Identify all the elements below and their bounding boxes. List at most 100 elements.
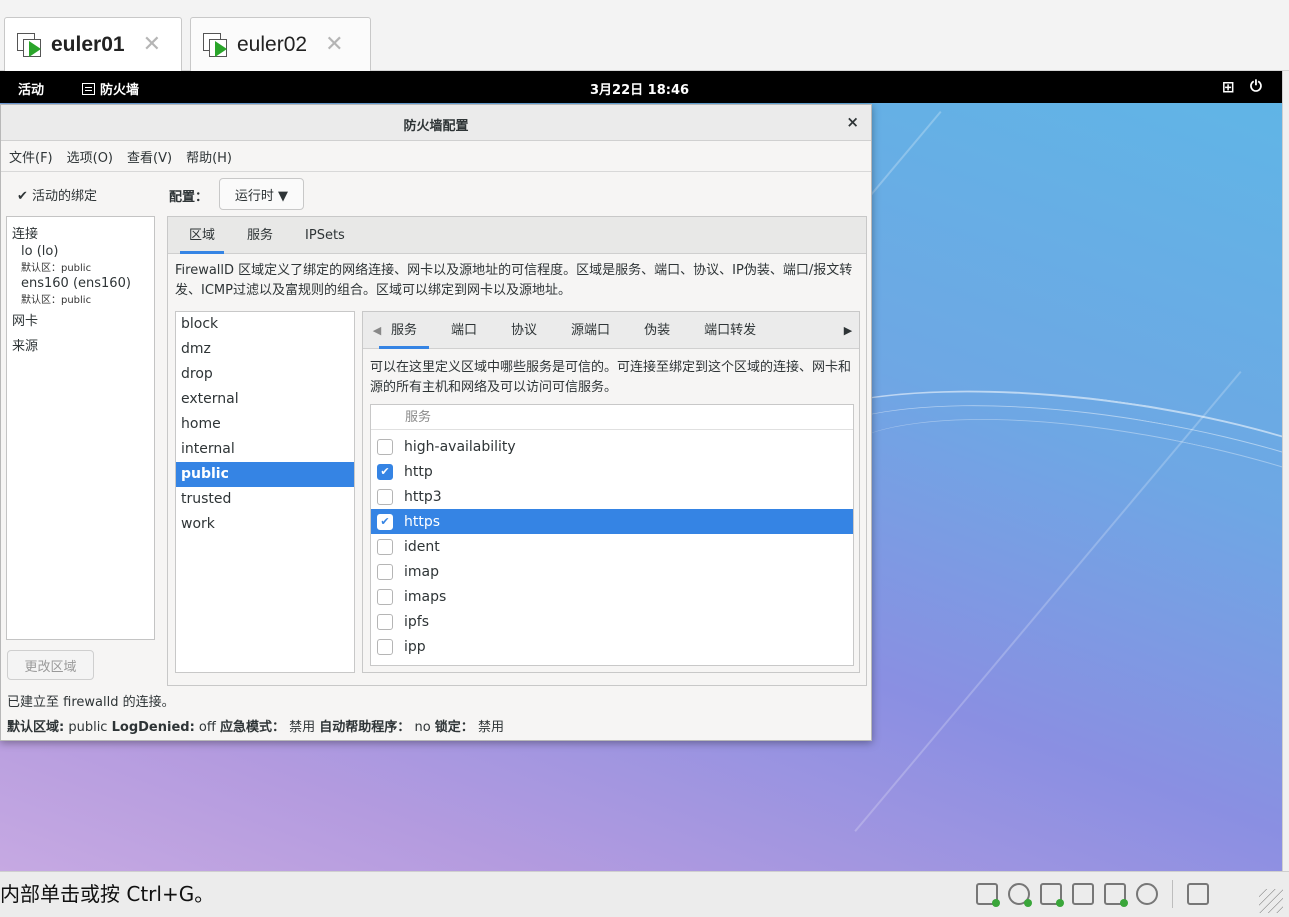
scroll-right-icon[interactable]: ▶: [837, 324, 859, 337]
service-checkbox[interactable]: [377, 538, 393, 555]
zone-item[interactable]: dmz: [176, 337, 354, 362]
service-checkbox[interactable]: [377, 588, 393, 605]
grab-input-hint: 内部单击或按 Ctrl+G。: [0, 882, 215, 906]
close-icon[interactable]: ✕: [325, 32, 343, 57]
config-label: 配置：: [169, 190, 209, 205]
service-row-selected[interactable]: ✔ https: [371, 509, 853, 534]
auto-helper-value: no: [414, 720, 431, 735]
tab-zone-masquerade[interactable]: 伪装: [644, 312, 670, 349]
source-header: 来源: [12, 339, 39, 354]
resize-grip-icon[interactable]: [1259, 889, 1283, 913]
zone-detail: ◀ 服务 端口 协议 源端口 伪装 端口转发 ▶ 可以在这里定义区域中哪些服务是…: [362, 311, 860, 673]
active-bindings-toggle[interactable]: ✔ 活动的绑定: [17, 185, 97, 204]
message-icon[interactable]: [1187, 883, 1209, 905]
zone-item[interactable]: work: [176, 512, 354, 537]
service-row[interactable]: ✔ http: [371, 459, 853, 484]
zone-item[interactable]: block: [176, 312, 354, 337]
tab-ipsets[interactable]: IPSets: [294, 217, 356, 254]
bindings-list: 连接 lo (lo) 默认区：public ens160 (ens160) 默认…: [6, 216, 155, 640]
service-row[interactable]: http3: [371, 484, 853, 509]
zone-item[interactable]: external: [176, 387, 354, 412]
host-tab-euler01[interactable]: euler01 ✕: [4, 17, 182, 71]
window-titlebar[interactable]: 防火墙配置 ×: [1, 105, 871, 141]
connection-zone: 默认区：public: [21, 263, 92, 274]
logdenied-value: off: [198, 720, 216, 735]
vm-frame-edge: [1282, 71, 1289, 871]
printer-icon[interactable]: [1072, 883, 1094, 905]
lockdown-value: 禁用: [477, 720, 504, 735]
menu-file[interactable]: 文件(F): [9, 147, 53, 166]
auto-helper-label: 自动帮助程序：: [319, 720, 411, 735]
tab-zone-protocols[interactable]: 协议: [511, 312, 537, 349]
zone-description: FirewallD 区域定义了绑定的网络连接、网卡以及源地址的可信程度。区域是服…: [175, 263, 853, 298]
connection-status: 已建立至 firewalld 的连接。: [7, 695, 175, 710]
hdd-icon[interactable]: [976, 883, 1000, 907]
host-tab-bar: euler01 ✕ euler02 ✕: [0, 0, 1289, 71]
vm-icon: [203, 32, 229, 57]
services-column-header: 服务: [371, 405, 853, 430]
firewall-app-icon: [82, 82, 95, 95]
sound-icon[interactable]: [1104, 883, 1128, 907]
service-name: ipfs: [404, 613, 429, 630]
tab-zone-ports[interactable]: 端口: [451, 312, 477, 349]
service-name: http3: [404, 488, 442, 505]
service-checkbox[interactable]: [377, 563, 393, 580]
zone-item[interactable]: trusted: [176, 487, 354, 512]
zone-item-selected[interactable]: public: [176, 462, 354, 487]
zone-item[interactable]: drop: [176, 362, 354, 387]
service-row[interactable]: high-availability: [371, 434, 853, 459]
zone-detail-tabs: ◀ 服务 端口 协议 源端口 伪装 端口转发 ▶: [363, 312, 859, 349]
nic-header: 网卡: [12, 314, 39, 329]
host-status-bar: 内部单击或按 Ctrl+G。: [0, 871, 1289, 917]
clock[interactable]: 3月22日 18:46: [590, 79, 689, 98]
close-icon[interactable]: ×: [846, 113, 859, 131]
services-table: 服务 high-availability ✔ http http3 ✔ http…: [370, 404, 854, 666]
service-name: http: [404, 463, 433, 480]
device-tray: [976, 880, 1209, 908]
main-tabs: 区域 服务 IPSets: [168, 217, 866, 254]
config-dropdown[interactable]: 运行时 ▼: [219, 178, 304, 210]
tab-zone-services[interactable]: 服务: [378, 312, 430, 349]
default-zone-label: 默认区域:: [7, 720, 65, 735]
tab-services[interactable]: 服务: [236, 217, 284, 254]
tray-separator: [1172, 880, 1173, 908]
menu-view[interactable]: 查看(V): [127, 147, 172, 166]
service-row[interactable]: ipp: [371, 634, 853, 659]
service-checkbox[interactable]: [377, 613, 393, 630]
service-row[interactable]: ident: [371, 534, 853, 559]
network-adapter-icon[interactable]: [1040, 883, 1064, 907]
service-checkbox[interactable]: [377, 638, 393, 655]
scroll-left-icon[interactable]: ◀: [363, 324, 391, 337]
host-tab-label: euler01: [51, 32, 125, 56]
service-checkbox-checked[interactable]: ✔: [377, 463, 393, 480]
usb-icon[interactable]: [1136, 883, 1158, 905]
connections-header: 连接: [12, 227, 39, 242]
zone-item[interactable]: home: [176, 412, 354, 437]
service-row[interactable]: imap: [371, 559, 853, 584]
vm-desktop[interactable]: 活动 防火墙 3月22日 18:46 ⊞ ⏻ 防火墙配置 × 文件(F) 选项(…: [0, 71, 1282, 871]
connection-item[interactable]: lo (lo): [7, 244, 154, 259]
menu-options[interactable]: 选项(O): [67, 147, 113, 166]
connection-item[interactable]: ens160 (ens160): [7, 276, 154, 291]
app-menu[interactable]: 防火墙: [82, 79, 139, 98]
change-zone-button[interactable]: 更改区域: [7, 650, 94, 680]
zone-item[interactable]: internal: [176, 437, 354, 462]
logdenied-label: LogDenied:: [111, 720, 195, 735]
cd-icon[interactable]: [1008, 883, 1032, 907]
power-icon[interactable]: ⏻: [1250, 77, 1262, 95]
service-checkbox[interactable]: [377, 438, 393, 455]
host-tab-euler02[interactable]: euler02 ✕: [190, 17, 371, 71]
network-icon[interactable]: ⊞: [1222, 78, 1235, 96]
activities-button[interactable]: 活动: [18, 79, 44, 98]
tab-zone-source-ports[interactable]: 源端口: [571, 312, 610, 349]
tab-zone-port-forward[interactable]: 端口转发: [704, 312, 756, 349]
tab-zones[interactable]: 区域: [178, 217, 226, 254]
close-icon[interactable]: ✕: [143, 32, 161, 57]
service-checkbox-checked[interactable]: ✔: [377, 513, 393, 530]
service-row[interactable]: ipfs: [371, 609, 853, 634]
service-row[interactable]: imaps: [371, 584, 853, 609]
service-checkbox[interactable]: [377, 488, 393, 505]
firewall-config-window: 防火墙配置 × 文件(F) 选项(O) 查看(V) 帮助(H) ✔ 活动的绑定 …: [0, 104, 872, 741]
menu-help[interactable]: 帮助(H): [186, 147, 232, 166]
panic-mode-value: 禁用: [289, 720, 316, 735]
